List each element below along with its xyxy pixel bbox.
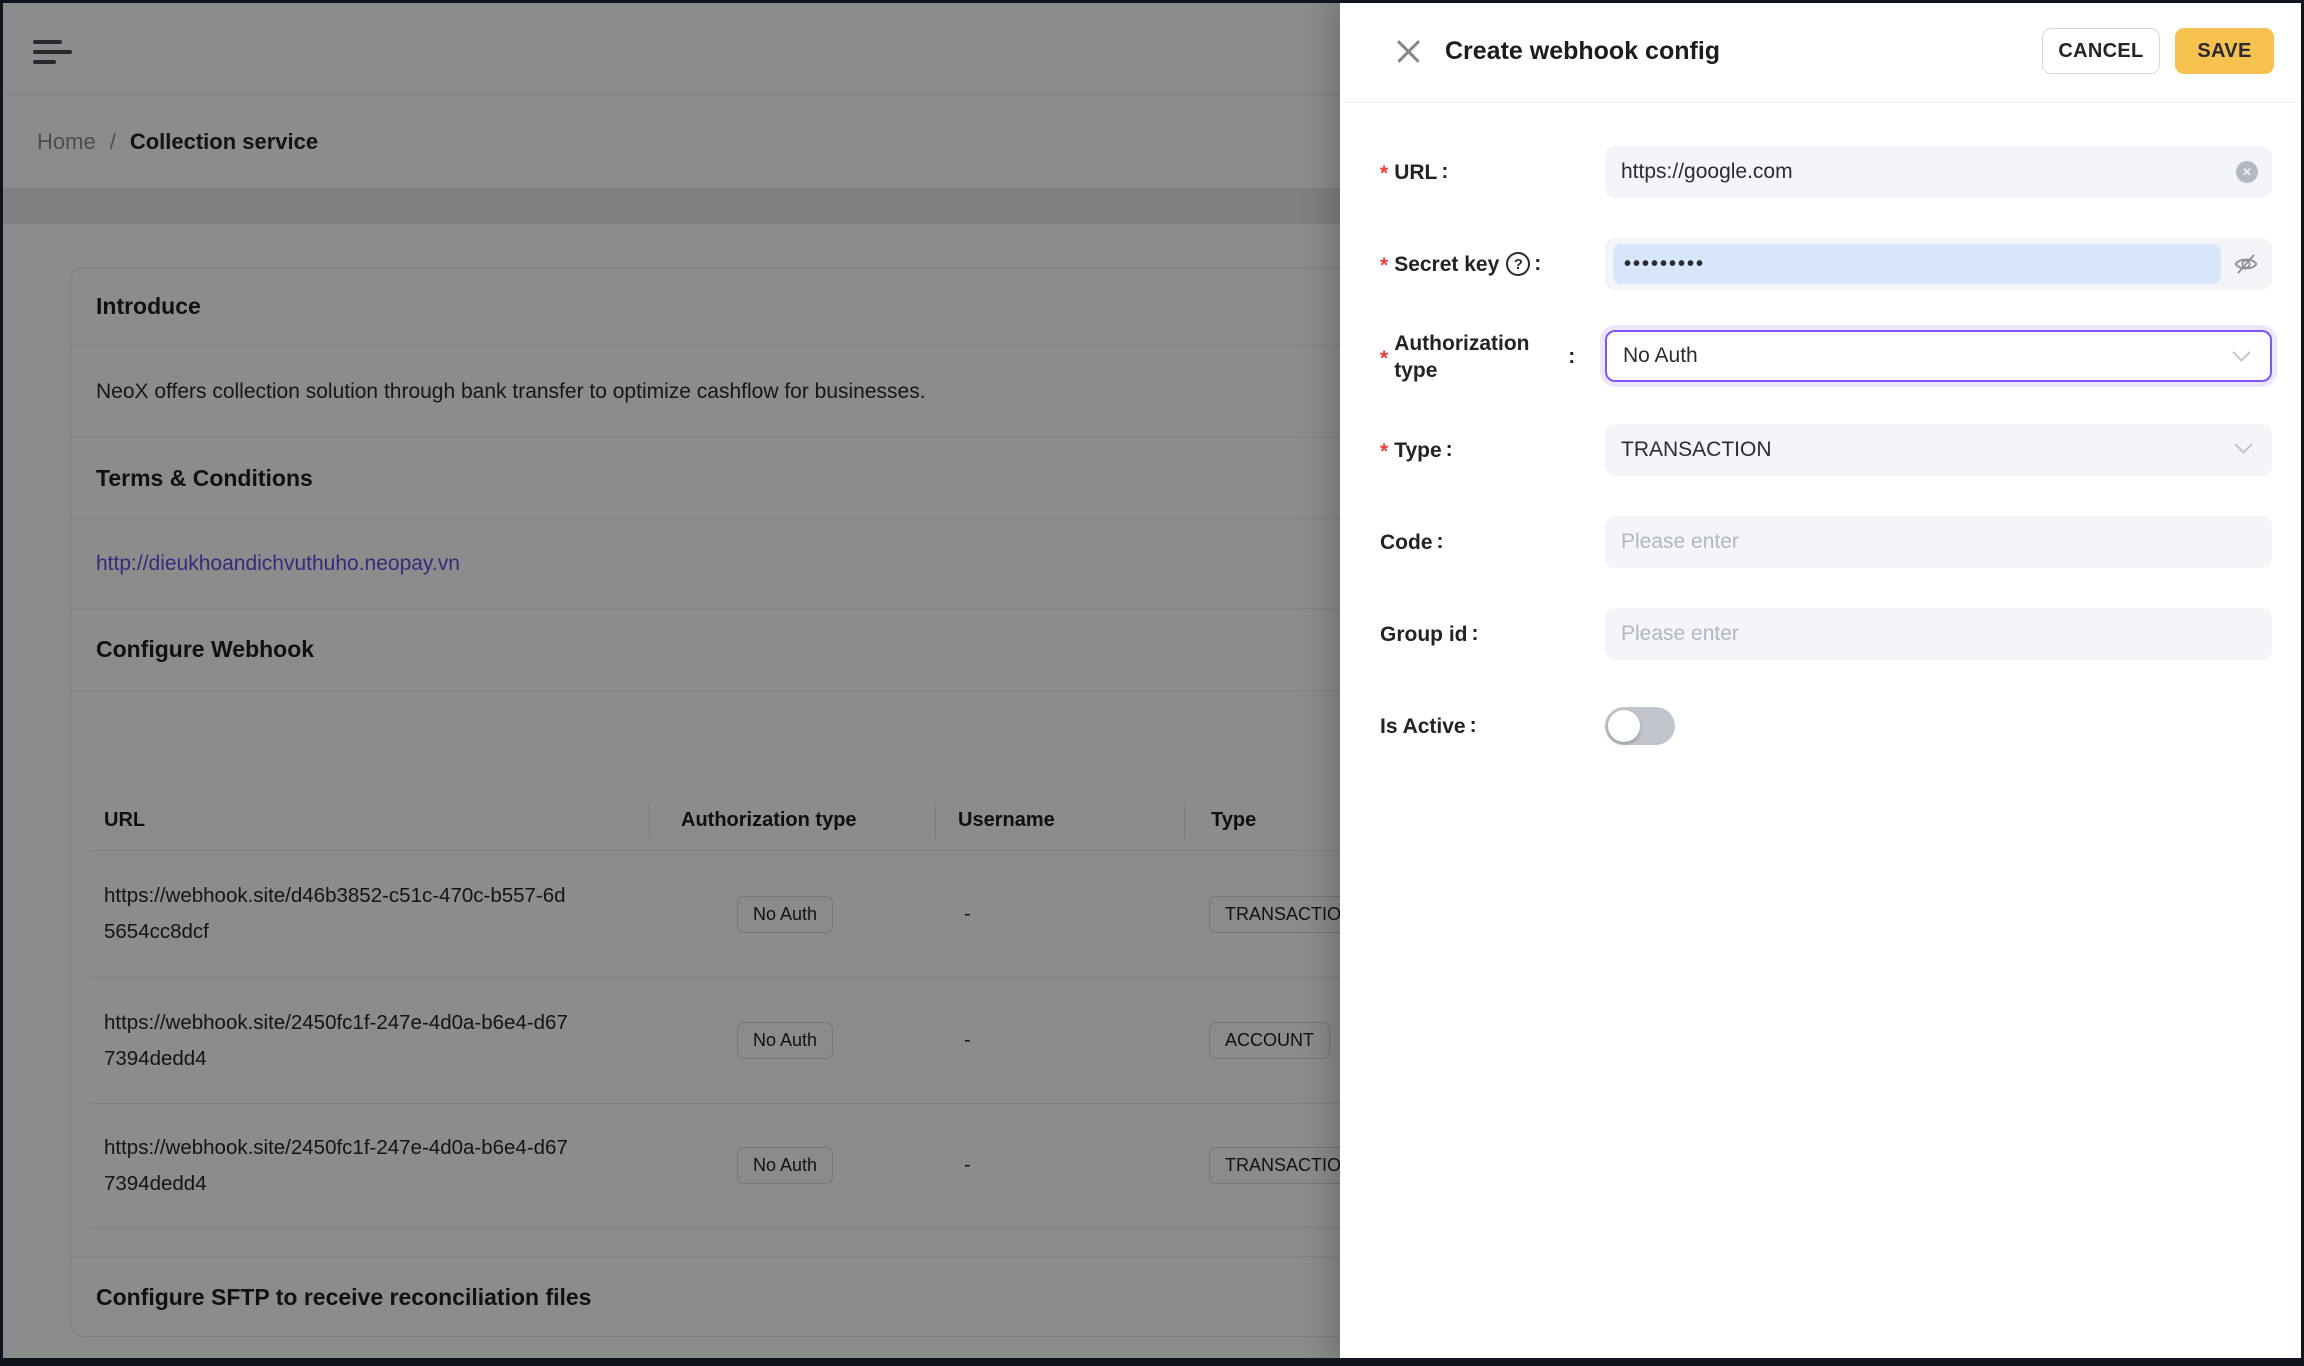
secret-key-input[interactable]: ••••••••• [1605, 238, 2272, 290]
secret-key-field-wrap: ••••••••• [1605, 238, 2272, 290]
required-mark: * [1380, 347, 1388, 371]
secret-key-label: * Secret key ? : [1380, 238, 1605, 290]
authorization-type-field-wrap: No Auth [1605, 330, 2272, 384]
webhook-config-form: * URL : ✕ * Secret key ? : [1340, 103, 2304, 752]
screen: Home / Collection service Introduce NeoX… [0, 0, 2304, 1366]
form-row-secret-key: * Secret key ? : ••••••••• [1380, 238, 2272, 290]
help-circle-icon[interactable]: ? [1506, 252, 1530, 276]
is-active-toggle[interactable] [1605, 707, 1675, 745]
eye-invisible-icon[interactable] [2233, 251, 2259, 277]
chevron-down-icon [2234, 435, 2252, 453]
cancel-button[interactable]: CANCEL [2042, 28, 2160, 74]
form-row-authorization-type: * Authorization type : No Auth [1380, 330, 2272, 384]
group-id-field-wrap [1605, 608, 2272, 660]
required-mark: * [1380, 254, 1388, 278]
secret-key-selection: ••••••••• [1613, 244, 2221, 284]
toggle-knob [1608, 710, 1640, 742]
type-select[interactable]: TRANSACTION [1605, 424, 2272, 476]
form-row-type: * Type : TRANSACTION [1380, 424, 2272, 476]
chevron-down-icon [2232, 343, 2250, 361]
drawer-header: Create webhook config CANCEL SAVE [1340, 0, 2304, 103]
form-row-code: Code : [1380, 516, 2272, 568]
type-field-wrap: TRANSACTION [1605, 424, 2272, 476]
form-row-group-id: Group id : [1380, 608, 2272, 660]
is-active-field-wrap [1605, 700, 2272, 752]
authorization-type-select[interactable]: No Auth [1605, 330, 2272, 382]
required-mark: * [1380, 440, 1388, 464]
code-field-wrap [1605, 516, 2272, 568]
code-input[interactable] [1605, 516, 2272, 568]
form-row-is-active: Is Active : [1380, 700, 2272, 752]
url-label: * URL : [1380, 146, 1605, 198]
close-icon[interactable] [1395, 38, 1422, 65]
group-id-label: Group id : [1380, 608, 1605, 660]
url-input[interactable] [1605, 146, 2272, 198]
masked-password: ••••••••• [1624, 254, 1705, 274]
save-button[interactable]: SAVE [2175, 28, 2274, 74]
drawer-title: Create webhook config [1445, 37, 2042, 66]
create-webhook-drawer: Create webhook config CANCEL SAVE * URL … [1340, 0, 2304, 1366]
type-label: * Type : [1380, 424, 1605, 476]
clear-icon[interactable]: ✕ [2236, 161, 2258, 183]
url-field-wrap: ✕ [1605, 146, 2272, 198]
is-active-label: Is Active : [1380, 700, 1605, 752]
code-label: Code : [1380, 516, 1605, 568]
authorization-type-label: * Authorization type : [1380, 330, 1605, 384]
required-mark: * [1380, 162, 1388, 186]
form-row-url: * URL : ✕ [1380, 146, 2272, 198]
group-id-input[interactable] [1605, 608, 2272, 660]
